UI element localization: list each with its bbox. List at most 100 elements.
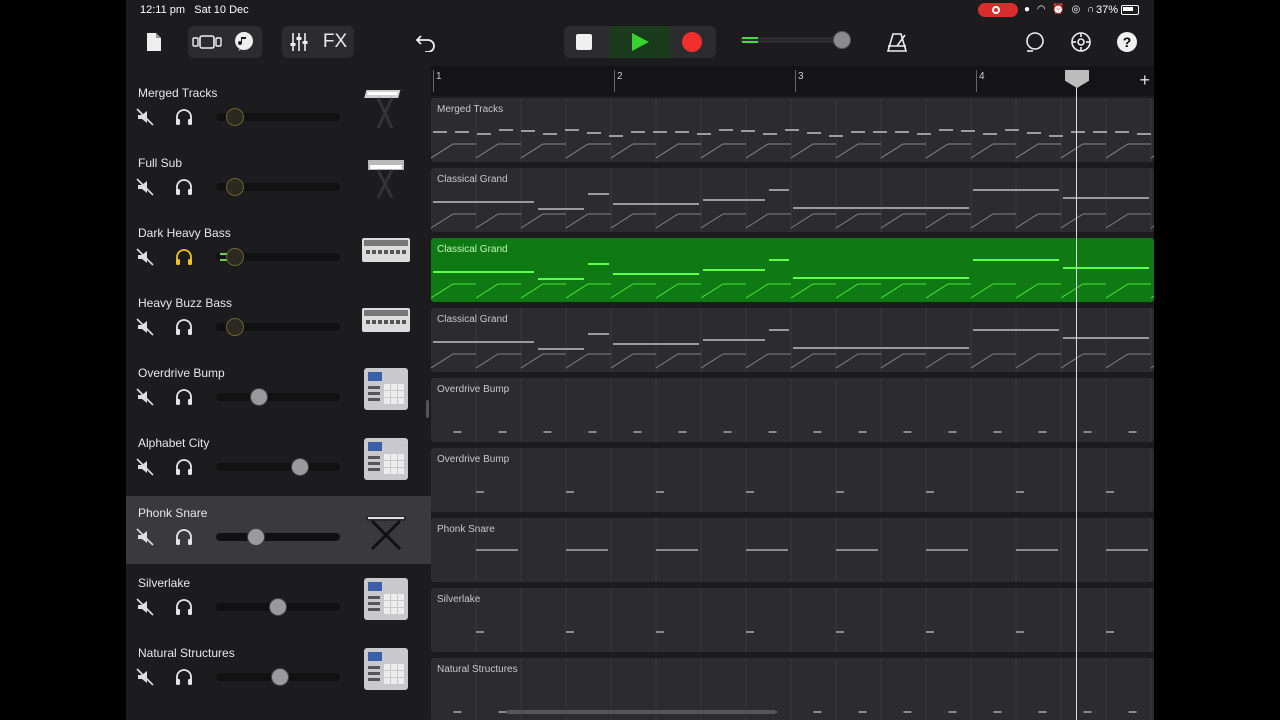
track-header[interactable]: Overdrive Bump bbox=[126, 356, 431, 424]
track-volume-knob[interactable] bbox=[247, 528, 265, 546]
track-name: Alphabet City bbox=[138, 436, 210, 450]
record-icon[interactable] bbox=[682, 32, 702, 52]
solo-headphones-icon[interactable] bbox=[174, 528, 194, 546]
track-volume-slider[interactable] bbox=[216, 178, 340, 196]
add-section-button[interactable]: + bbox=[1139, 70, 1150, 91]
track-volume-knob[interactable] bbox=[269, 598, 287, 616]
vertical-scrollbar[interactable] bbox=[426, 400, 429, 418]
track-volume-knob[interactable] bbox=[226, 108, 244, 126]
instrument-icon[interactable] bbox=[360, 574, 412, 624]
play-icon bbox=[632, 33, 649, 51]
mute-icon[interactable] bbox=[136, 598, 154, 616]
track-volume-slider[interactable] bbox=[216, 108, 340, 126]
master-volume-knob[interactable] bbox=[833, 31, 851, 49]
track-volume-slider[interactable] bbox=[216, 528, 340, 546]
solo-headphones-icon[interactable] bbox=[174, 388, 194, 406]
solo-headphones-icon[interactable] bbox=[174, 458, 194, 476]
track-header[interactable]: Silverlake bbox=[126, 566, 431, 634]
track-region[interactable]: Silverlake bbox=[431, 588, 1154, 652]
undo-icon[interactable] bbox=[412, 26, 440, 58]
instrument-icon[interactable] bbox=[360, 434, 412, 484]
metronome-icon[interactable] bbox=[884, 26, 910, 58]
horizontal-scrollbar[interactable] bbox=[506, 710, 776, 714]
solo-headphones-icon[interactable] bbox=[174, 318, 194, 336]
instrument-icon[interactable] bbox=[360, 224, 412, 274]
solo-headphones-icon[interactable] bbox=[174, 248, 194, 266]
track-volume-knob[interactable] bbox=[250, 388, 268, 406]
view-toggle-icon[interactable] bbox=[190, 26, 224, 58]
instrument-icon[interactable] bbox=[360, 84, 412, 134]
track-name: Full Sub bbox=[138, 156, 183, 170]
track-header[interactable]: Full Sub bbox=[126, 146, 431, 214]
track-volume-slider[interactable] bbox=[216, 318, 340, 336]
mute-icon[interactable] bbox=[136, 388, 154, 406]
instrument-icon[interactable] bbox=[360, 154, 412, 204]
mixer-icon[interactable] bbox=[284, 26, 314, 58]
mute-icon[interactable] bbox=[136, 458, 154, 476]
track-volume-knob[interactable] bbox=[271, 668, 289, 686]
track-region[interactable]: Phonk Snare bbox=[431, 518, 1154, 582]
stop-icon[interactable] bbox=[576, 34, 592, 50]
track-header[interactable]: Dark Heavy Bass bbox=[126, 216, 431, 284]
my-songs-icon[interactable] bbox=[140, 26, 168, 58]
solo-headphones-icon[interactable] bbox=[174, 178, 194, 196]
track-volume-slider[interactable] bbox=[216, 388, 340, 406]
instrument-icon[interactable] bbox=[360, 294, 412, 344]
track-region[interactable]: Merged Tracks bbox=[431, 98, 1154, 162]
mute-icon[interactable] bbox=[136, 108, 154, 126]
track-region[interactable]: Overdrive Bump bbox=[431, 378, 1154, 442]
track-header[interactable]: Phonk Snare bbox=[126, 496, 431, 564]
track-volume-slider[interactable] bbox=[216, 598, 340, 616]
loop-icon[interactable] bbox=[1022, 26, 1048, 58]
mute-icon[interactable] bbox=[136, 318, 154, 336]
region-name: Classical Grand bbox=[437, 244, 508, 255]
mute-icon[interactable] bbox=[136, 668, 154, 686]
help-icon[interactable]: ? bbox=[1114, 26, 1140, 58]
track-volume-slider[interactable] bbox=[216, 248, 340, 266]
solo-headphones-icon[interactable] bbox=[174, 108, 194, 126]
track-volume-knob[interactable] bbox=[226, 318, 244, 336]
region-name: Classical Grand bbox=[437, 314, 508, 325]
solo-headphones-icon[interactable] bbox=[174, 668, 194, 686]
track-volume-knob[interactable] bbox=[291, 458, 309, 476]
track-header[interactable]: Merged Tracks bbox=[126, 76, 431, 144]
region-name: Natural Structures bbox=[437, 664, 518, 675]
track-region[interactable]: Classical Grand bbox=[431, 308, 1154, 372]
settings-icon[interactable] bbox=[1068, 26, 1094, 58]
timeline-ruler[interactable]: 1 2 3 4 + bbox=[431, 66, 1154, 96]
fx-button[interactable]: FX bbox=[320, 26, 350, 58]
mute-icon[interactable] bbox=[136, 248, 154, 266]
track-region[interactable]: Classical Grand bbox=[431, 168, 1154, 232]
loops-icon[interactable] bbox=[230, 26, 258, 58]
bar-number: 4 bbox=[979, 71, 985, 82]
track-volume-knob[interactable] bbox=[226, 248, 244, 266]
instrument-icon[interactable] bbox=[360, 504, 412, 554]
track-name: Natural Structures bbox=[138, 646, 235, 660]
track-name: Phonk Snare bbox=[138, 506, 208, 520]
track-volume-slider[interactable] bbox=[216, 458, 340, 476]
track-header[interactable]: Heavy Buzz Bass bbox=[126, 286, 431, 354]
instrument-icon[interactable] bbox=[360, 644, 412, 694]
track-name: Merged Tracks bbox=[138, 86, 218, 100]
playhead[interactable] bbox=[1076, 70, 1077, 720]
screen-recording-indicator bbox=[978, 3, 1018, 17]
master-level-meter bbox=[742, 37, 758, 43]
solo-headphones-icon[interactable] bbox=[174, 598, 194, 616]
track-header[interactable]: Natural Structures bbox=[126, 636, 431, 704]
play-button[interactable] bbox=[610, 26, 670, 58]
track-name: Heavy Buzz Bass bbox=[138, 296, 233, 310]
instrument-icon[interactable] bbox=[360, 364, 412, 414]
track-headers: Merged Tracks Full Sub Dark Heavy Bass Heav… bbox=[126, 66, 431, 720]
track-volume-slider[interactable] bbox=[216, 668, 340, 686]
master-volume-slider[interactable] bbox=[740, 31, 851, 49]
track-region[interactable]: Overdrive Bump bbox=[431, 448, 1154, 512]
region-notes bbox=[475, 518, 1152, 582]
status-time: 12:11 pm Sat 10 Dec bbox=[140, 4, 249, 16]
track-volume-knob[interactable] bbox=[226, 178, 244, 196]
mute-icon[interactable] bbox=[136, 178, 154, 196]
region-name: Silverlake bbox=[437, 594, 481, 605]
track-region[interactable]: Classical Grand bbox=[431, 238, 1154, 302]
mute-icon[interactable] bbox=[136, 528, 154, 546]
track-header[interactable]: Alphabet City bbox=[126, 426, 431, 494]
status-icons: ● ◠ ⏰ ◎ ∩ bbox=[1024, 4, 1097, 15]
